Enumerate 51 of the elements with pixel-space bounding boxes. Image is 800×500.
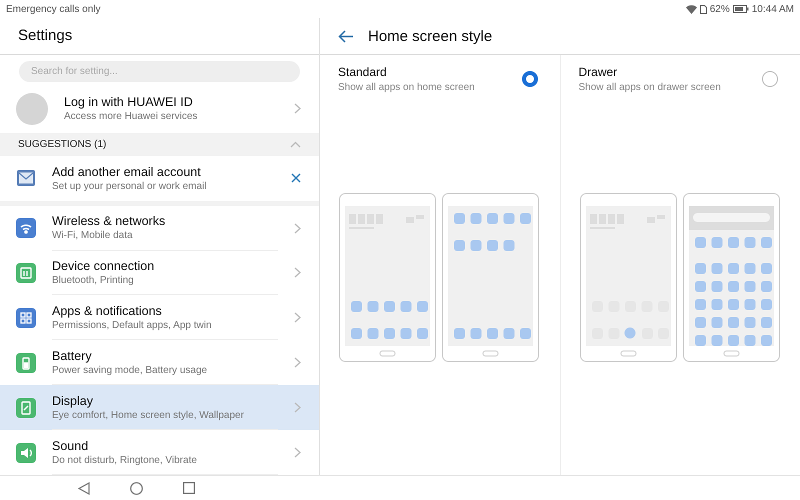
menu-item-subtitle: Eye comfort, Home screen style, Wallpaper <box>52 410 245 421</box>
recents-icon[interactable] <box>183 482 195 494</box>
suggestions-header: SUGGESTIONS (1) <box>18 138 106 150</box>
option-title: Drawer <box>578 65 618 79</box>
sim-card-icon <box>700 4 707 14</box>
option-subtitle: Show all apps on home screen <box>338 82 475 93</box>
account-title[interactable]: Log in with HUAWEI ID <box>64 95 278 110</box>
settings-menu-item[interactable]: Device connection Bluetooth, Printing <box>0 250 319 296</box>
menu-item-title: Display <box>52 394 94 408</box>
settings-menu-item[interactable]: Sound Do not disturb, Ringtone, Vibrate <box>0 430 319 476</box>
chevron-right-icon <box>294 222 301 234</box>
carrier-text: Emergency calls only <box>6 4 100 14</box>
settings-menu-item[interactable]: Display Eye comfort, Home screen style, Wallpaper <box>0 385 319 430</box>
avatar-icon <box>16 92 48 125</box>
option-subtitle: Show all apps on drawer screen <box>578 82 721 93</box>
menu-item-title: Sound <box>52 438 90 453</box>
settings-menu-item[interactable]: Wireless & networks Wi-Fi, Mobile data <box>0 206 319 251</box>
menu-item-subtitle: Do not disturb, Ringtone, Vibrate <box>52 454 198 466</box>
home-icon[interactable] <box>130 482 143 494</box>
chevron-right-icon <box>294 267 301 278</box>
chevron-right-icon <box>294 103 301 114</box>
chevron-right-icon <box>294 357 301 368</box>
option-title: Standard <box>338 65 388 79</box>
suggestion-subtitle: Set up your personal or work email <box>52 180 208 192</box>
wifi-icon <box>686 4 697 14</box>
radio-button[interactable] <box>522 71 538 87</box>
envelope-icon <box>16 169 36 188</box>
menu-item-subtitle: Permissions, Default apps, App twin <box>52 320 213 331</box>
settings-title: Settings <box>18 27 72 44</box>
chevron-right-icon <box>294 402 301 414</box>
battery-icon <box>732 5 749 13</box>
battery-percent-text: 62% <box>710 4 730 14</box>
account-subtitle: Access more Huawei services <box>64 111 198 122</box>
back-arrow-icon[interactable] <box>338 30 354 42</box>
menu-item-subtitle: Bluetooth, Printing <box>52 274 135 286</box>
chevron-right-icon <box>294 312 301 324</box>
menu-item-title: Apps & notifications <box>52 304 163 318</box>
radio-button[interactable] <box>762 71 778 87</box>
menu-item-subtitle: Power saving mode, Battery usage <box>52 364 208 376</box>
chevron-right-icon <box>294 447 301 458</box>
suggestion-title[interactable]: Add another email account <box>52 164 275 179</box>
settings-menu-item[interactable]: Apps & notifications Permissions, Default apps, App twin <box>0 295 319 340</box>
menu-item-subtitle: Wi-Fi, Mobile data <box>52 230 134 242</box>
clock-text: 10:44 AM <box>752 4 794 14</box>
close-icon[interactable] <box>291 173 301 184</box>
menu-item-title: Device connection <box>52 258 156 273</box>
menu-item-title: Wireless & networks <box>52 214 166 228</box>
search-field[interactable]: Search for setting... <box>19 60 300 82</box>
menu-item-title: Battery <box>52 348 93 363</box>
page-title: Home screen style <box>368 28 492 44</box>
back-icon[interactable] <box>78 482 90 494</box>
